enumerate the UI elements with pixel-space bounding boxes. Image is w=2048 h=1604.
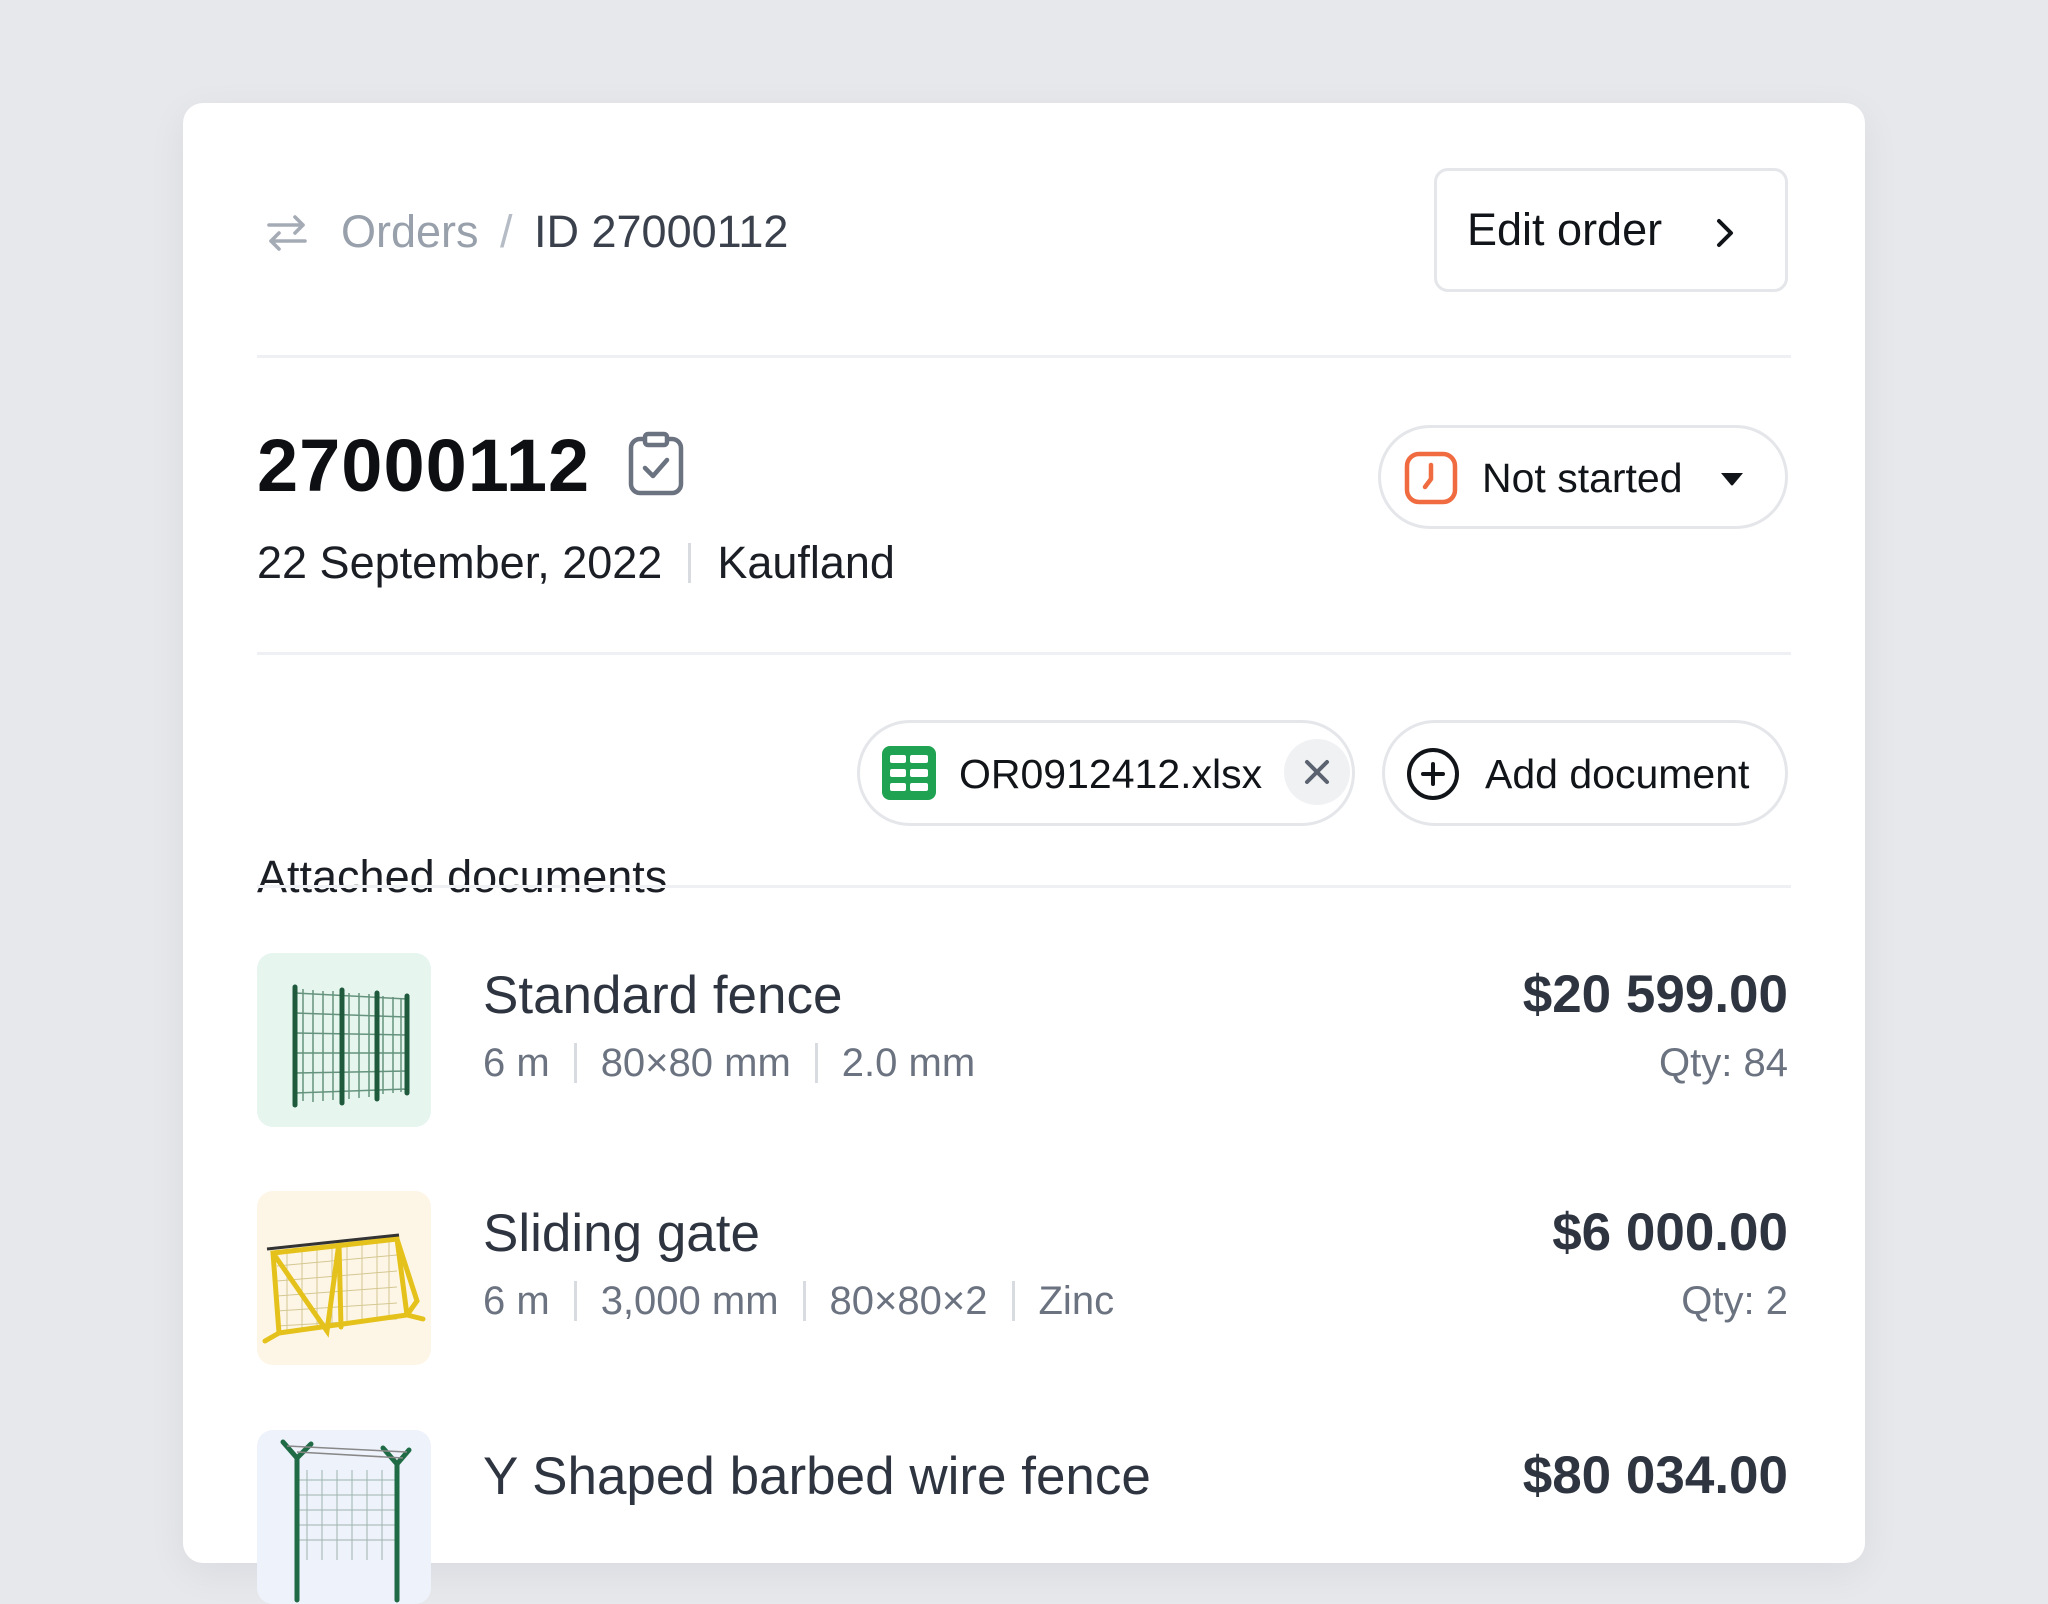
- breadcrumb-separator: /: [500, 206, 513, 257]
- product-attr: 3,000 mm: [600, 1279, 779, 1323]
- document-name: OR0912412.xlsx: [959, 751, 1263, 797]
- product-quantity: Qty: 84: [1659, 1041, 1788, 1085]
- product-quantity: Qty: 2: [1681, 1279, 1788, 1323]
- product-attr: 80×80×2: [829, 1279, 988, 1323]
- product-thumbnail[interactable]: [257, 1430, 431, 1604]
- attr-separator: [814, 1043, 818, 1083]
- product-price: $6 000.00: [1552, 1203, 1788, 1262]
- product-attr: 80×80 mm: [600, 1041, 791, 1085]
- order-date: 22 September, 2022: [257, 537, 663, 588]
- clock-icon: [1404, 451, 1458, 505]
- divider: [257, 885, 1791, 888]
- order-customer: Kaufland: [717, 537, 895, 588]
- product-name[interactable]: Y Shaped barbed wire fence: [483, 1444, 1151, 1510]
- close-icon: [1305, 760, 1329, 784]
- attached-documents-label: Attached documents: [257, 851, 668, 902]
- barbed-fence-image: [280, 1439, 412, 1603]
- product-thumbnail[interactable]: [257, 1191, 431, 1365]
- remove-document-button[interactable]: [1284, 739, 1350, 805]
- add-document-label: Add document: [1485, 751, 1750, 797]
- status-label: Not started: [1482, 455, 1683, 501]
- divider: [257, 652, 1791, 655]
- product-name[interactable]: Standard fence: [483, 963, 842, 1029]
- product-attributes: 6 m 3,000 mm 80×80×2 Zinc: [483, 1273, 1114, 1329]
- breadcrumb-orders-link[interactable]: Orders: [341, 202, 479, 262]
- status-dropdown[interactable]: Not started: [1378, 425, 1788, 529]
- product-attr: 6 m: [483, 1279, 550, 1323]
- chevron-right-icon: [1717, 219, 1733, 247]
- spreadsheet-icon: [882, 746, 936, 800]
- attr-separator: [802, 1281, 806, 1321]
- add-document-button[interactable]: Add document: [1382, 720, 1788, 826]
- attr-separator: [1011, 1281, 1015, 1321]
- divider: [257, 355, 1791, 358]
- order-id-title: 27000112: [257, 424, 591, 507]
- product-name[interactable]: Sliding gate: [483, 1201, 760, 1267]
- product-thumbnail[interactable]: [257, 953, 431, 1127]
- plus-circle-icon: [1407, 748, 1459, 800]
- clipboard-check-icon[interactable]: [627, 431, 685, 497]
- product-price: $80 034.00: [1522, 1446, 1788, 1505]
- fence-image: [292, 984, 410, 1108]
- attr-separator: [573, 1043, 577, 1083]
- attr-separator: [573, 1281, 577, 1321]
- edit-order-label: Edit order: [1467, 204, 1663, 255]
- order-meta: 22 September, 2022 Kaufland: [257, 533, 895, 593]
- breadcrumb-current: ID 27000112: [534, 206, 789, 257]
- product-attr: 6 m: [483, 1041, 550, 1085]
- meta-separator: [688, 543, 692, 583]
- caret-down-icon: [1721, 473, 1743, 486]
- gate-image: [262, 1233, 426, 1344]
- product-attr: 2.0 mm: [841, 1041, 976, 1085]
- document-chip[interactable]: OR0912412.xlsx: [857, 720, 1355, 826]
- swap-arrows-icon: [267, 215, 307, 251]
- order-card: Orders / ID 27000112 Edit order 27000112…: [183, 103, 1865, 1604]
- edit-order-button[interactable]: Edit order: [1434, 168, 1788, 292]
- product-attributes: 6 m 80×80 mm 2.0 mm: [483, 1035, 975, 1091]
- product-attr: Zinc: [1038, 1279, 1115, 1323]
- product-price: $20 599.00: [1522, 965, 1788, 1024]
